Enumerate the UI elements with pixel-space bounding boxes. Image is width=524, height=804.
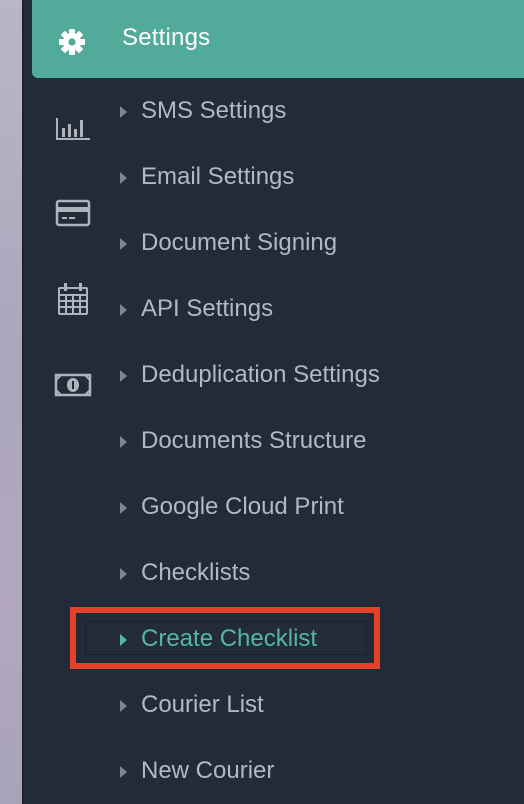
credit-card-icon[interactable] — [54, 197, 92, 229]
menu-item-create-checklist[interactable]: Create Checklist — [120, 619, 317, 659]
caret-right-icon — [120, 105, 127, 118]
menu-item-document-signing[interactable]: Document Signing — [120, 223, 337, 263]
background-window-edge — [0, 0, 22, 804]
menu-item-email-settings[interactable]: Email Settings — [120, 157, 294, 197]
caret-right-icon — [120, 633, 127, 646]
menu-item-sms-settings[interactable]: SMS Settings — [120, 91, 286, 131]
menu-item-label: Email Settings — [141, 163, 295, 190]
menu-item-label: Deduplication Settings — [141, 361, 380, 388]
caret-right-icon — [120, 303, 127, 316]
menu-item-label: Create Checklist — [141, 625, 318, 652]
caret-right-icon — [120, 501, 127, 514]
menu-item-label: Checklists — [141, 559, 251, 586]
bar-chart-icon[interactable] — [54, 112, 92, 144]
menu-item-label: SMS Settings — [141, 97, 287, 124]
menu-item-label: Courier List — [141, 691, 264, 718]
money-bill-icon[interactable] — [54, 368, 92, 400]
caret-right-icon — [120, 237, 127, 250]
menu-item-label: New Courier — [141, 757, 275, 784]
menu-item-checklists[interactable]: Checklists — [120, 553, 250, 593]
menu-item-label: Google Cloud Print — [141, 493, 344, 520]
gear-icon — [57, 27, 87, 57]
menu-item-documents-structure[interactable]: Documents Structure — [120, 421, 366, 461]
header-title: Settings — [122, 24, 211, 51]
menu-item-courier-list[interactable]: Courier List — [120, 685, 264, 725]
caret-right-icon — [120, 567, 127, 580]
settings-header[interactable] — [32, 0, 524, 78]
caret-right-icon — [120, 699, 127, 712]
menu-item-label: Documents Structure — [141, 427, 367, 454]
caret-right-icon — [120, 765, 127, 778]
caret-right-icon — [120, 369, 127, 382]
caret-right-icon — [120, 171, 127, 184]
menu-item-label: Document Signing — [141, 229, 338, 256]
menu-item-label: API Settings — [141, 295, 274, 322]
menu-item-new-courier[interactable]: New Courier — [120, 751, 274, 791]
menu-item-api-settings[interactable]: API Settings — [120, 289, 273, 329]
calendar-icon[interactable] — [54, 283, 92, 315]
caret-right-icon — [120, 435, 127, 448]
menu-item-google-cloud-print[interactable]: Google Cloud Print — [120, 487, 344, 527]
menu-item-deduplication-settings[interactable]: Deduplication Settings — [120, 355, 380, 395]
